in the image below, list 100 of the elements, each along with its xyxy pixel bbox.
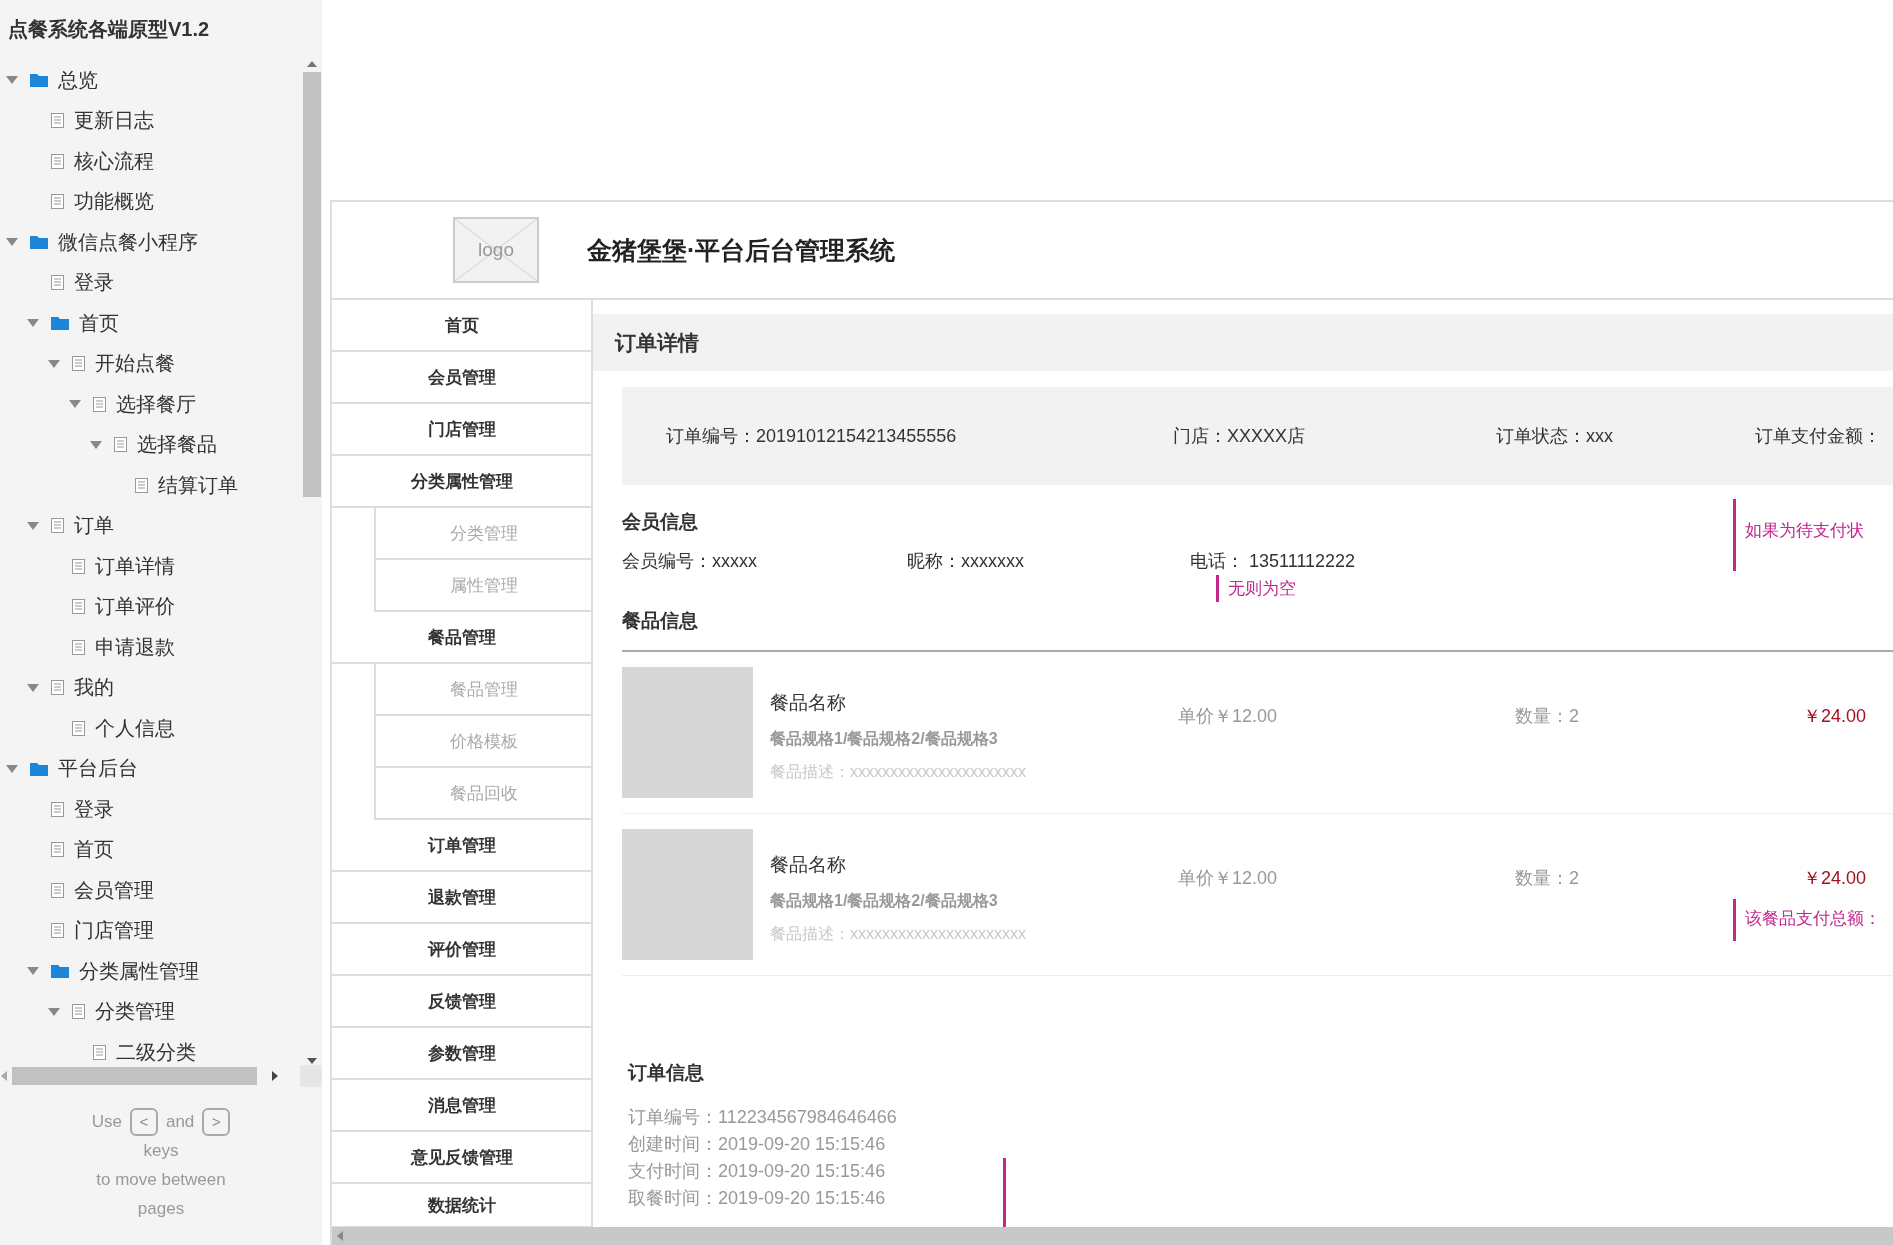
right-arrow-icon[interactable] [271, 1070, 279, 1082]
quantity: 数量：2 [1515, 867, 1580, 890]
page-icon [51, 194, 64, 210]
tree-item[interactable]: 总览 [0, 60, 302, 101]
tree-item[interactable]: 订单详情 [0, 546, 302, 587]
page-icon [51, 113, 64, 129]
section-heading: 会员信息 [622, 510, 698, 534]
nav-item[interactable]: 门店管理 [332, 404, 591, 456]
tree-item[interactable]: 分类属性管理 [0, 951, 302, 992]
hint-text: Use [91, 1111, 122, 1133]
nav-item[interactable]: 首页 [332, 300, 591, 352]
tree-item[interactable]: 申请退款 [0, 627, 302, 668]
nav-item[interactable]: 反馈管理 [332, 976, 591, 1028]
tree-item[interactable]: 微信点餐小程序 [0, 222, 302, 263]
page-icon [72, 558, 85, 574]
dish-name: 餐品名称 [770, 691, 847, 715]
order-info-line: 创建时间：2019-09-20 15:15:46 [628, 1133, 887, 1156]
nav-item[interactable]: 餐品管理 [332, 612, 591, 664]
tree-item[interactable]: 选择餐品 [0, 424, 302, 465]
nav-item[interactable]: 意见反馈管理 [332, 1132, 591, 1184]
page-icon [93, 1044, 106, 1060]
hint-text: pages [137, 1198, 185, 1220]
tree-item[interactable]: 个人信息 [0, 708, 302, 749]
summary-field: 订单支付金额： [1755, 424, 1893, 448]
expand-caret-icon[interactable] [4, 762, 20, 775]
dish-name: 餐品名称 [770, 853, 847, 877]
page-icon [135, 477, 148, 493]
page-icon [51, 923, 64, 939]
tree-item[interactable]: 门店管理 [0, 910, 302, 951]
tree-item[interactable]: 我的 [0, 667, 302, 708]
dish-total: ￥24.00 [1803, 867, 1868, 890]
dish-spec: 餐品规格1/餐品规格2/餐品规格3 [770, 891, 999, 911]
tree-item[interactable]: 订单 [0, 505, 302, 546]
tree-item[interactable]: 登录 [0, 789, 302, 830]
folder-icon [30, 73, 48, 88]
nav-item[interactable]: 退款管理 [332, 872, 591, 924]
tree-item[interactable]: 核心流程 [0, 141, 302, 182]
nav-item[interactable]: 参数管理 [332, 1028, 591, 1080]
page-icon [72, 639, 85, 655]
page-icon [51, 680, 64, 696]
tree-item[interactable]: 平台后台 [0, 748, 302, 789]
expand-caret-icon[interactable] [46, 357, 62, 370]
order-info-line: 订单编号：112234567984646466 [628, 1106, 898, 1129]
folder-icon [30, 235, 48, 250]
folder-icon [30, 761, 48, 776]
system-title: 金猪堡堡·平台后台管理系统 [587, 234, 896, 266]
up-arrow-icon[interactable] [306, 60, 318, 68]
page-icon [51, 275, 64, 291]
tree-item[interactable]: 结算订单 [0, 465, 302, 506]
tree-item[interactable]: 订单评价 [0, 586, 302, 627]
logo-label: logo [478, 239, 514, 261]
horizontal-scrollbar[interactable] [0, 1065, 322, 1087]
tree-item[interactable]: 首页 [0, 829, 302, 870]
nav-item[interactable]: 评价管理 [332, 924, 591, 976]
tree-item[interactable]: 登录 [0, 262, 302, 303]
horizontal-scrollbar[interactable] [332, 1227, 1893, 1245]
page-icon [51, 842, 64, 858]
summary-field: 订单编号：20191012154213455556 [666, 424, 1173, 448]
tree-item[interactable]: 选择餐厅 [0, 384, 302, 425]
tree-item[interactable]: 会员管理 [0, 870, 302, 911]
annotation-note: 无则为空 [1216, 575, 1590, 602]
hint-text: keys [143, 1140, 179, 1162]
tree-item[interactable]: 功能概览 [0, 181, 302, 222]
page-icon [72, 599, 85, 615]
member-field: 会员编号：xxxxx [622, 549, 907, 573]
page-icon [51, 801, 64, 817]
quantity: 数量：2 [1515, 705, 1580, 728]
nav-item[interactable]: 订单管理 [332, 820, 591, 872]
key-cap: < [129, 1107, 158, 1136]
page-icon [51, 882, 64, 898]
project-title: 点餐系统各端原型V1.2 [7, 17, 211, 42]
down-arrow-icon[interactable] [306, 1057, 318, 1065]
annotation-marker [1003, 1158, 1006, 1227]
page-title: 订单详情 [593, 314, 1893, 371]
summary-field: 门店：XXXXX店 [1173, 424, 1496, 448]
expand-caret-icon[interactable] [25, 519, 41, 532]
hint-text: to move between [96, 1169, 226, 1191]
section-heading: 餐品信息 [622, 609, 698, 633]
page-icon [51, 518, 64, 534]
tree-item[interactable]: 更新日志 [0, 100, 302, 141]
tree-item[interactable]: 首页 [0, 303, 302, 344]
nav-item[interactable]: 分类属性管理 [332, 456, 591, 508]
expand-caret-icon[interactable] [46, 1005, 62, 1018]
left-arrow-icon[interactable] [0, 1070, 8, 1082]
expand-caret-icon[interactable] [25, 681, 41, 694]
expand-caret-icon[interactable] [88, 438, 104, 451]
left-arrow-icon[interactable] [336, 1230, 344, 1242]
member-field: 电话： 13511112222 [1190, 549, 1590, 573]
page-icon [72, 720, 85, 736]
folder-icon [51, 964, 69, 979]
scrollbar[interactable] [302, 60, 322, 1065]
unit-price: 单价￥12.00 [1178, 705, 1279, 728]
order-info-line: 支付时间：2019-09-20 15:15:46 [628, 1160, 887, 1183]
tree-item[interactable]: 分类管理 [0, 991, 302, 1032]
summary-field: 订单状态：xxx [1496, 424, 1755, 448]
tree-item[interactable]: 二级分类 [0, 1032, 302, 1065]
annotation-note: 如果为待支付状 [1733, 499, 1864, 571]
tree-item[interactable]: 开始点餐 [0, 343, 302, 384]
nav-item[interactable]: 会员管理 [332, 352, 591, 404]
nav-item[interactable]: 消息管理 [332, 1080, 591, 1132]
